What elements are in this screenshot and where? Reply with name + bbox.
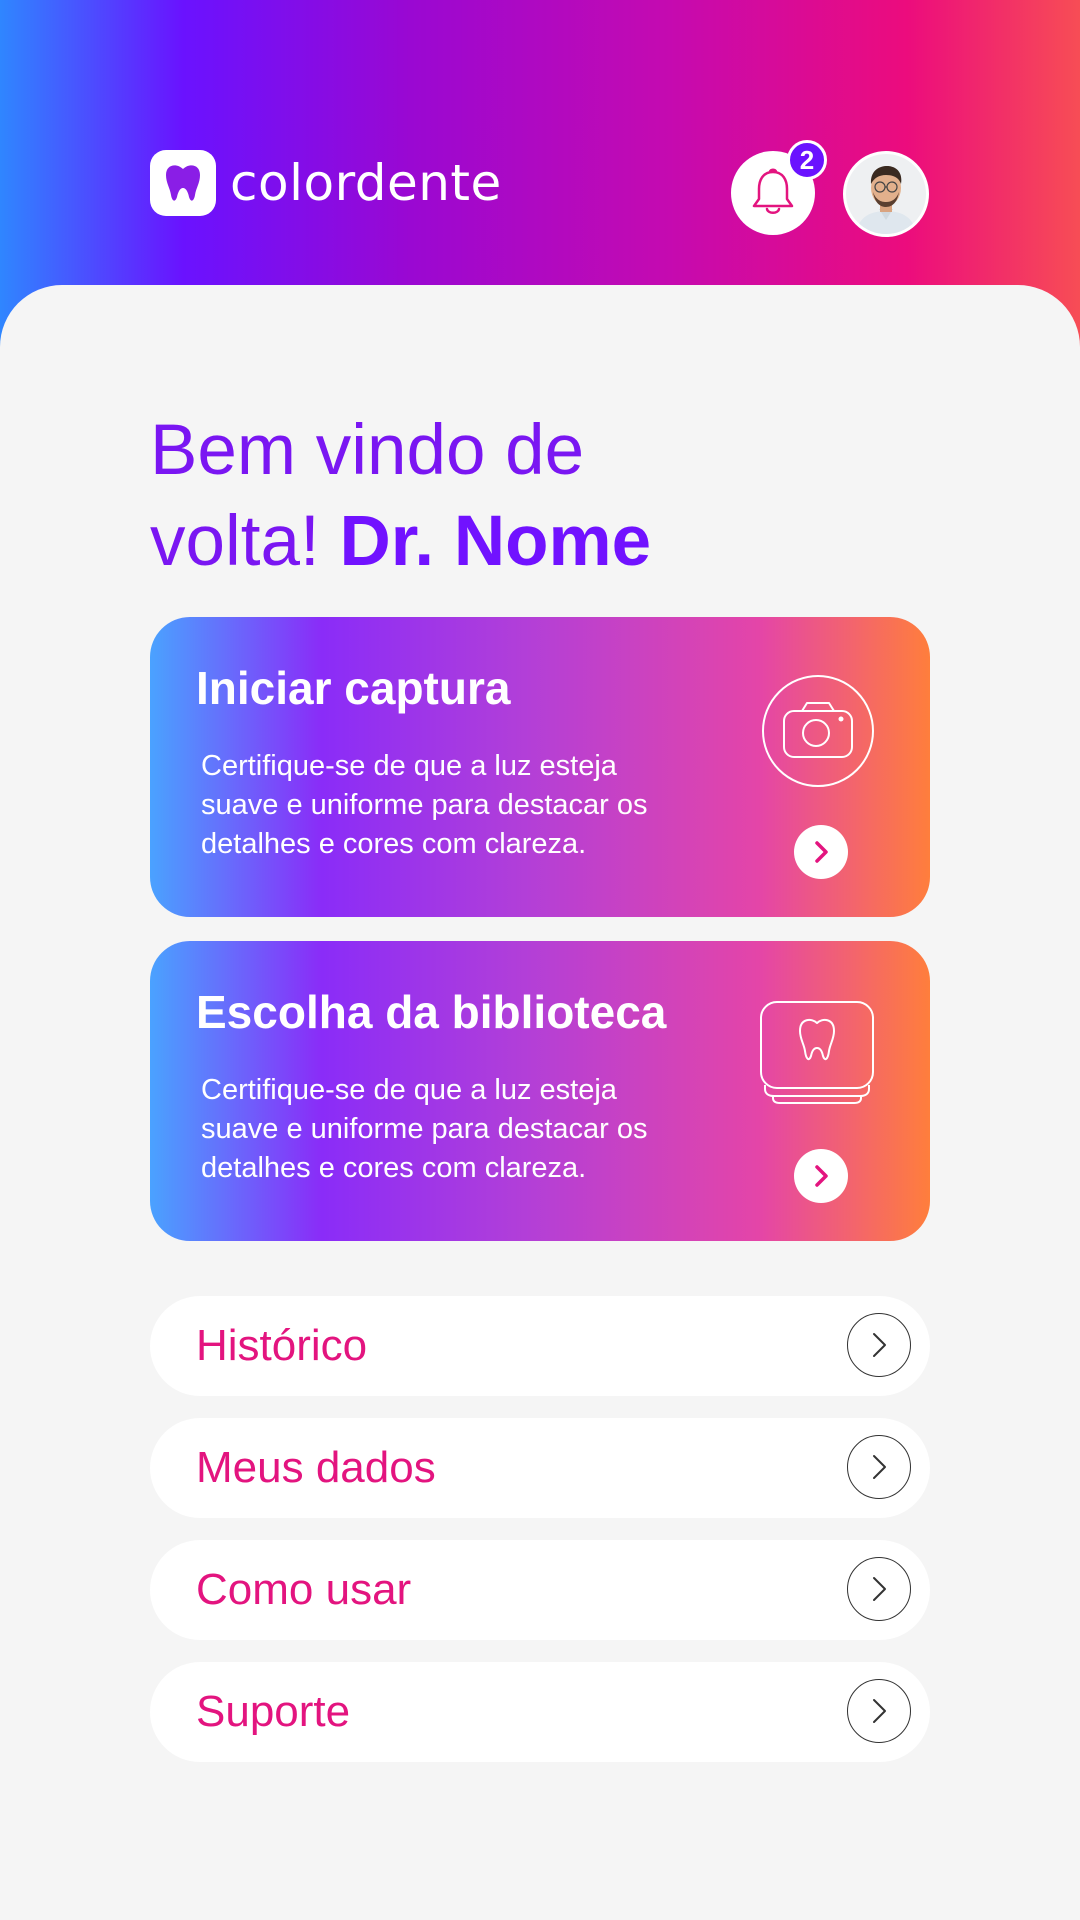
chevron-right-icon [815,841,828,863]
library-card[interactable]: Escolha da biblioteca Certifique-se de q… [150,941,930,1241]
menu-item-como-usar[interactable]: Como usar [150,1540,930,1640]
tooth-logo-icon [150,150,216,216]
library-arrow-button[interactable] [794,1149,848,1203]
menu-item-label: Suporte [196,1687,351,1736]
start-capture-arrow-button[interactable] [794,825,848,879]
card-title: Escolha da biblioteca [196,986,667,1038]
menu-item-label: Histórico [196,1321,368,1370]
card-title: Iniciar captura [196,662,511,714]
card-description: Certifique-se de que a luz esteja suave … [201,750,648,860]
app-logo: colordente [150,150,502,216]
camera-icon [760,673,876,794]
menu-item-historico[interactable]: Histórico [150,1296,930,1396]
bell-icon [752,168,794,214]
welcome-heading: Bem vindo de volta! Dr. Nome [150,405,950,587]
user-name: Dr. Nome [339,502,652,581]
welcome-line1: Bem vindo de [150,411,585,490]
chevron-right-circle-icon [847,1679,911,1743]
chevron-right-circle-icon [847,1557,911,1621]
menu-item-meus-dados[interactable]: Meus dados [150,1418,930,1518]
menu-item-suporte[interactable]: Suporte [150,1662,930,1762]
welcome-line2-prefix: volta! [150,502,320,581]
chevron-right-circle-icon [847,1313,911,1377]
notification-badge: 2 [787,140,827,180]
card-description: Certifique-se de que a luz esteja suave … [201,1074,648,1184]
menu-item-label: Como usar [196,1565,412,1614]
menu-item-label: Meus dados [196,1443,436,1492]
tooth-library-icon [760,1001,876,1110]
app-name: colordente [230,154,502,212]
chevron-right-circle-icon [847,1435,911,1499]
avatar[interactable] [843,151,929,237]
start-capture-card[interactable]: Iniciar captura Certifique-se de que a l… [150,617,930,917]
chevron-right-icon [815,1165,828,1187]
